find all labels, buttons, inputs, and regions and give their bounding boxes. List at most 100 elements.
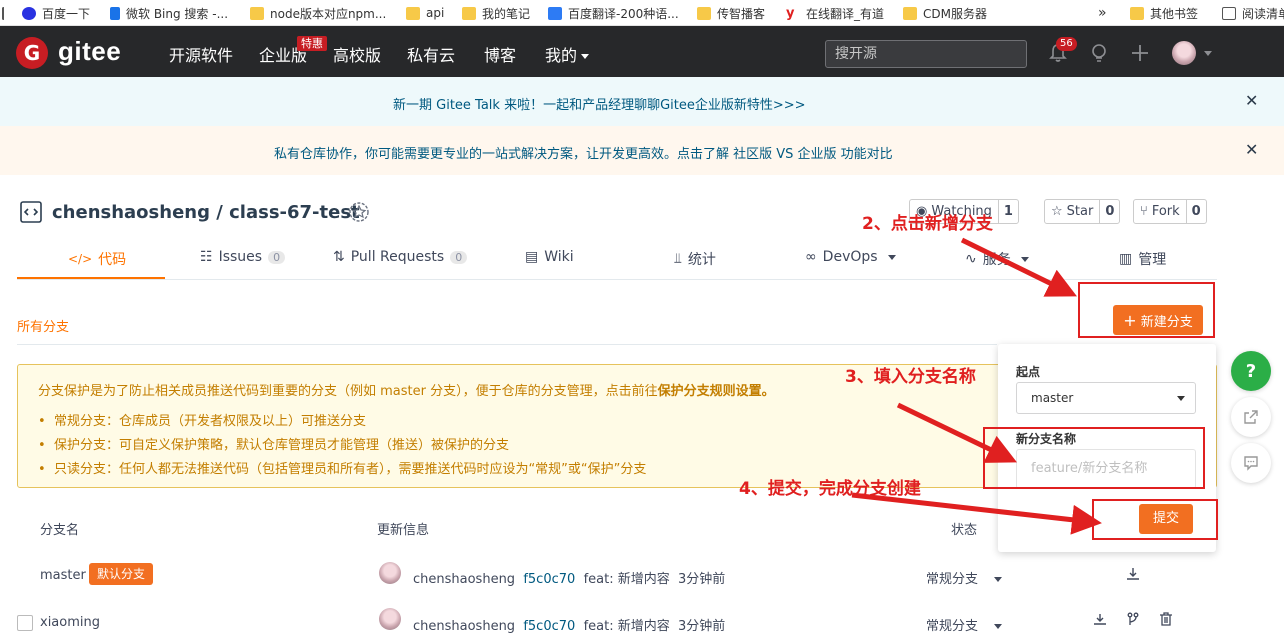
bookmark-other[interactable]: 其他书签 [1130, 4, 1198, 22]
nav-private-cloud[interactable]: 私有云 [407, 42, 455, 66]
repo-name-link[interactable]: class-67-test [229, 202, 360, 223]
folder-icon [903, 6, 917, 20]
download-icon[interactable] [1093, 613, 1107, 626]
bookmark-cdm[interactable]: CDM服务器 [903, 4, 987, 22]
step4-annotation: 4、提交，完成分支创建 [739, 479, 921, 499]
bookmark-baidu-translate[interactable]: 百度翻译-200种语... [548, 4, 679, 22]
bookmark-bing[interactable]: 微软 Bing 搜索 -... [110, 4, 228, 22]
tab-devops[interactable]: ∞ DevOps [805, 249, 896, 265]
trash-icon[interactable] [1159, 612, 1173, 626]
fork-button[interactable]: ⑂ Fork [1134, 200, 1186, 223]
folder-icon [697, 6, 711, 20]
search-input[interactable]: 搜开源 [825, 40, 1027, 68]
bookmark-youdao[interactable]: y 在线翻译_有道 [786, 4, 884, 22]
chevron-down-icon [581, 54, 590, 59]
column-header-branch: 分支名 [40, 523, 80, 538]
gitee-logo-icon[interactable]: G [16, 37, 48, 69]
avatar[interactable] [379, 562, 401, 584]
tab-pull-requests[interactable]: ⇅ Pull Requests 0 [333, 249, 468, 265]
gitee-talk-link[interactable]: 新一期 Gitee Talk 来啦！一起和产品经理聊聊Gitee企业版新特性>>… [393, 94, 806, 113]
download-icon[interactable] [1126, 567, 1140, 581]
row-checkbox[interactable] [17, 615, 33, 631]
notice-intro: 分支保护是为了防止相关成员推送代码到重要的分支（例如 master 分支），便于… [38, 384, 775, 399]
branch-name-link[interactable]: master [40, 568, 86, 583]
chat-icon[interactable] [1231, 443, 1271, 483]
bookmark-reading-list[interactable]: 阅读清单 [1222, 4, 1284, 22]
watch-count[interactable]: 1 [997, 200, 1018, 223]
code-icon: </> [68, 252, 93, 266]
star-count[interactable]: 0 [1099, 200, 1119, 223]
commit-hash-link[interactable]: f5c0c70 [523, 619, 575, 634]
tab-stats[interactable]: ⫫ 统计 [674, 249, 716, 269]
tabs-divider [17, 279, 1217, 280]
commit-info: chenshaosheng f5c0c70 feat: 新增内容 3分钟前 [413, 568, 725, 587]
star-button[interactable]: ☆ Star [1045, 200, 1099, 223]
tab-wiki[interactable]: ▤ Wiki [525, 249, 574, 265]
youdao-icon: y [786, 5, 795, 21]
share-icon[interactable] [1231, 397, 1271, 437]
tab-issues[interactable]: ☷ Issues 0 [200, 249, 286, 265]
step4-highlight-box [1092, 499, 1218, 540]
chevron-down-icon [994, 624, 1003, 629]
bookmark-node[interactable]: node版本对应npm... [250, 4, 386, 22]
commit-hash-link[interactable]: f5c0c70 [523, 572, 575, 587]
branch-status-select[interactable]: 常规分支 [926, 615, 1003, 634]
gitee-logo-text[interactable]: gitee [58, 36, 121, 67]
author-link[interactable]: chenshaosheng [413, 619, 515, 634]
close-icon[interactable]: ✕ [1245, 140, 1258, 159]
commit-info: chenshaosheng f5c0c70 feat: 新增内容 3分钟前 [413, 615, 725, 634]
bookmarks-overflow[interactable]: » [1098, 4, 1107, 22]
help-icon[interactable]: ? [1231, 351, 1271, 391]
private-repo-link[interactable]: 私有仓库协作，你可能需要更专业的一站式解决方案，让开发更高效。点击了解 社区版 … [274, 143, 893, 162]
author-link[interactable]: chenshaosheng [413, 572, 515, 587]
plus-icon[interactable] [1131, 44, 1149, 62]
folder-icon [1130, 6, 1144, 20]
user-avatar[interactable] [1172, 41, 1196, 65]
close-icon[interactable]: ✕ [1245, 91, 1258, 110]
nav-blog[interactable]: 博客 [484, 42, 516, 66]
all-branches-title[interactable]: 所有分支 [17, 316, 69, 335]
repo-separator: / [216, 202, 223, 223]
branch-name-link[interactable]: xiaoming [40, 615, 100, 630]
chevron-down-icon [1020, 256, 1029, 262]
tab-manage[interactable]: ▥ 管理 [1119, 249, 1166, 269]
nav-mine[interactable]: 我的 [545, 42, 590, 66]
app-grid-icon[interactable] [2, 4, 5, 22]
issues-icon: ☷ [200, 249, 213, 265]
reading-list-icon [1222, 6, 1236, 20]
protection-rules-link[interactable]: 保护分支规则设置。 [658, 384, 775, 399]
nav-open-source[interactable]: 开源软件 [169, 42, 233, 66]
fork-count[interactable]: 0 [1185, 200, 1206, 223]
column-header-status: 状态 [951, 523, 978, 538]
fork-button-group[interactable]: ⑂ Fork 0 [1133, 199, 1207, 224]
bookmark-baidu[interactable]: 百度一下 [22, 4, 90, 22]
tab-code[interactable]: </> 代码 [68, 249, 126, 269]
baidu-icon [22, 6, 36, 20]
commit-time: 3分钟前 [677, 572, 726, 587]
step3-annotation: 3、填入分支名称 [845, 367, 976, 387]
chevron-down-icon[interactable] [1204, 51, 1212, 56]
star-button-group[interactable]: ☆ Star 0 [1044, 199, 1121, 224]
tab-services[interactable]: ∿ 服务 [965, 249, 1029, 269]
notification-count-badge: 56 [1056, 37, 1077, 51]
nav-university[interactable]: 高校版 [333, 42, 381, 66]
step2-annotation: 2、点击新增分支 [862, 214, 993, 234]
start-point-select[interactable]: master [1016, 382, 1196, 414]
avatar[interactable] [379, 608, 401, 630]
star-icon: ☆ [1051, 204, 1063, 219]
lightbulb-icon[interactable] [1090, 43, 1108, 63]
chevron-down-icon [887, 254, 896, 260]
notice-item: • 只读分支：任何人都无法推送代码（包括管理员和所有者），需要推送代码时应设为“… [38, 462, 647, 477]
bookmarks-bar: 百度一下 微软 Bing 搜索 -... node版本对应npm... api … [0, 0, 1284, 26]
repo-owner-link[interactable]: chenshaosheng [52, 202, 210, 223]
bookmark-notes[interactable]: 我的笔记 [462, 4, 530, 22]
badge-icon[interactable] [348, 201, 370, 223]
pulse-icon: ∿ [965, 251, 977, 267]
bing-icon [110, 6, 120, 20]
commit-message: feat: 新增内容 [583, 572, 670, 587]
branch-status-select[interactable]: 常规分支 [926, 568, 1003, 587]
bookmark-itcast[interactable]: 传智播客 [697, 4, 765, 22]
bookmark-api[interactable]: api [406, 4, 444, 22]
section-divider [17, 344, 997, 345]
merge-icon[interactable] [1126, 612, 1140, 626]
